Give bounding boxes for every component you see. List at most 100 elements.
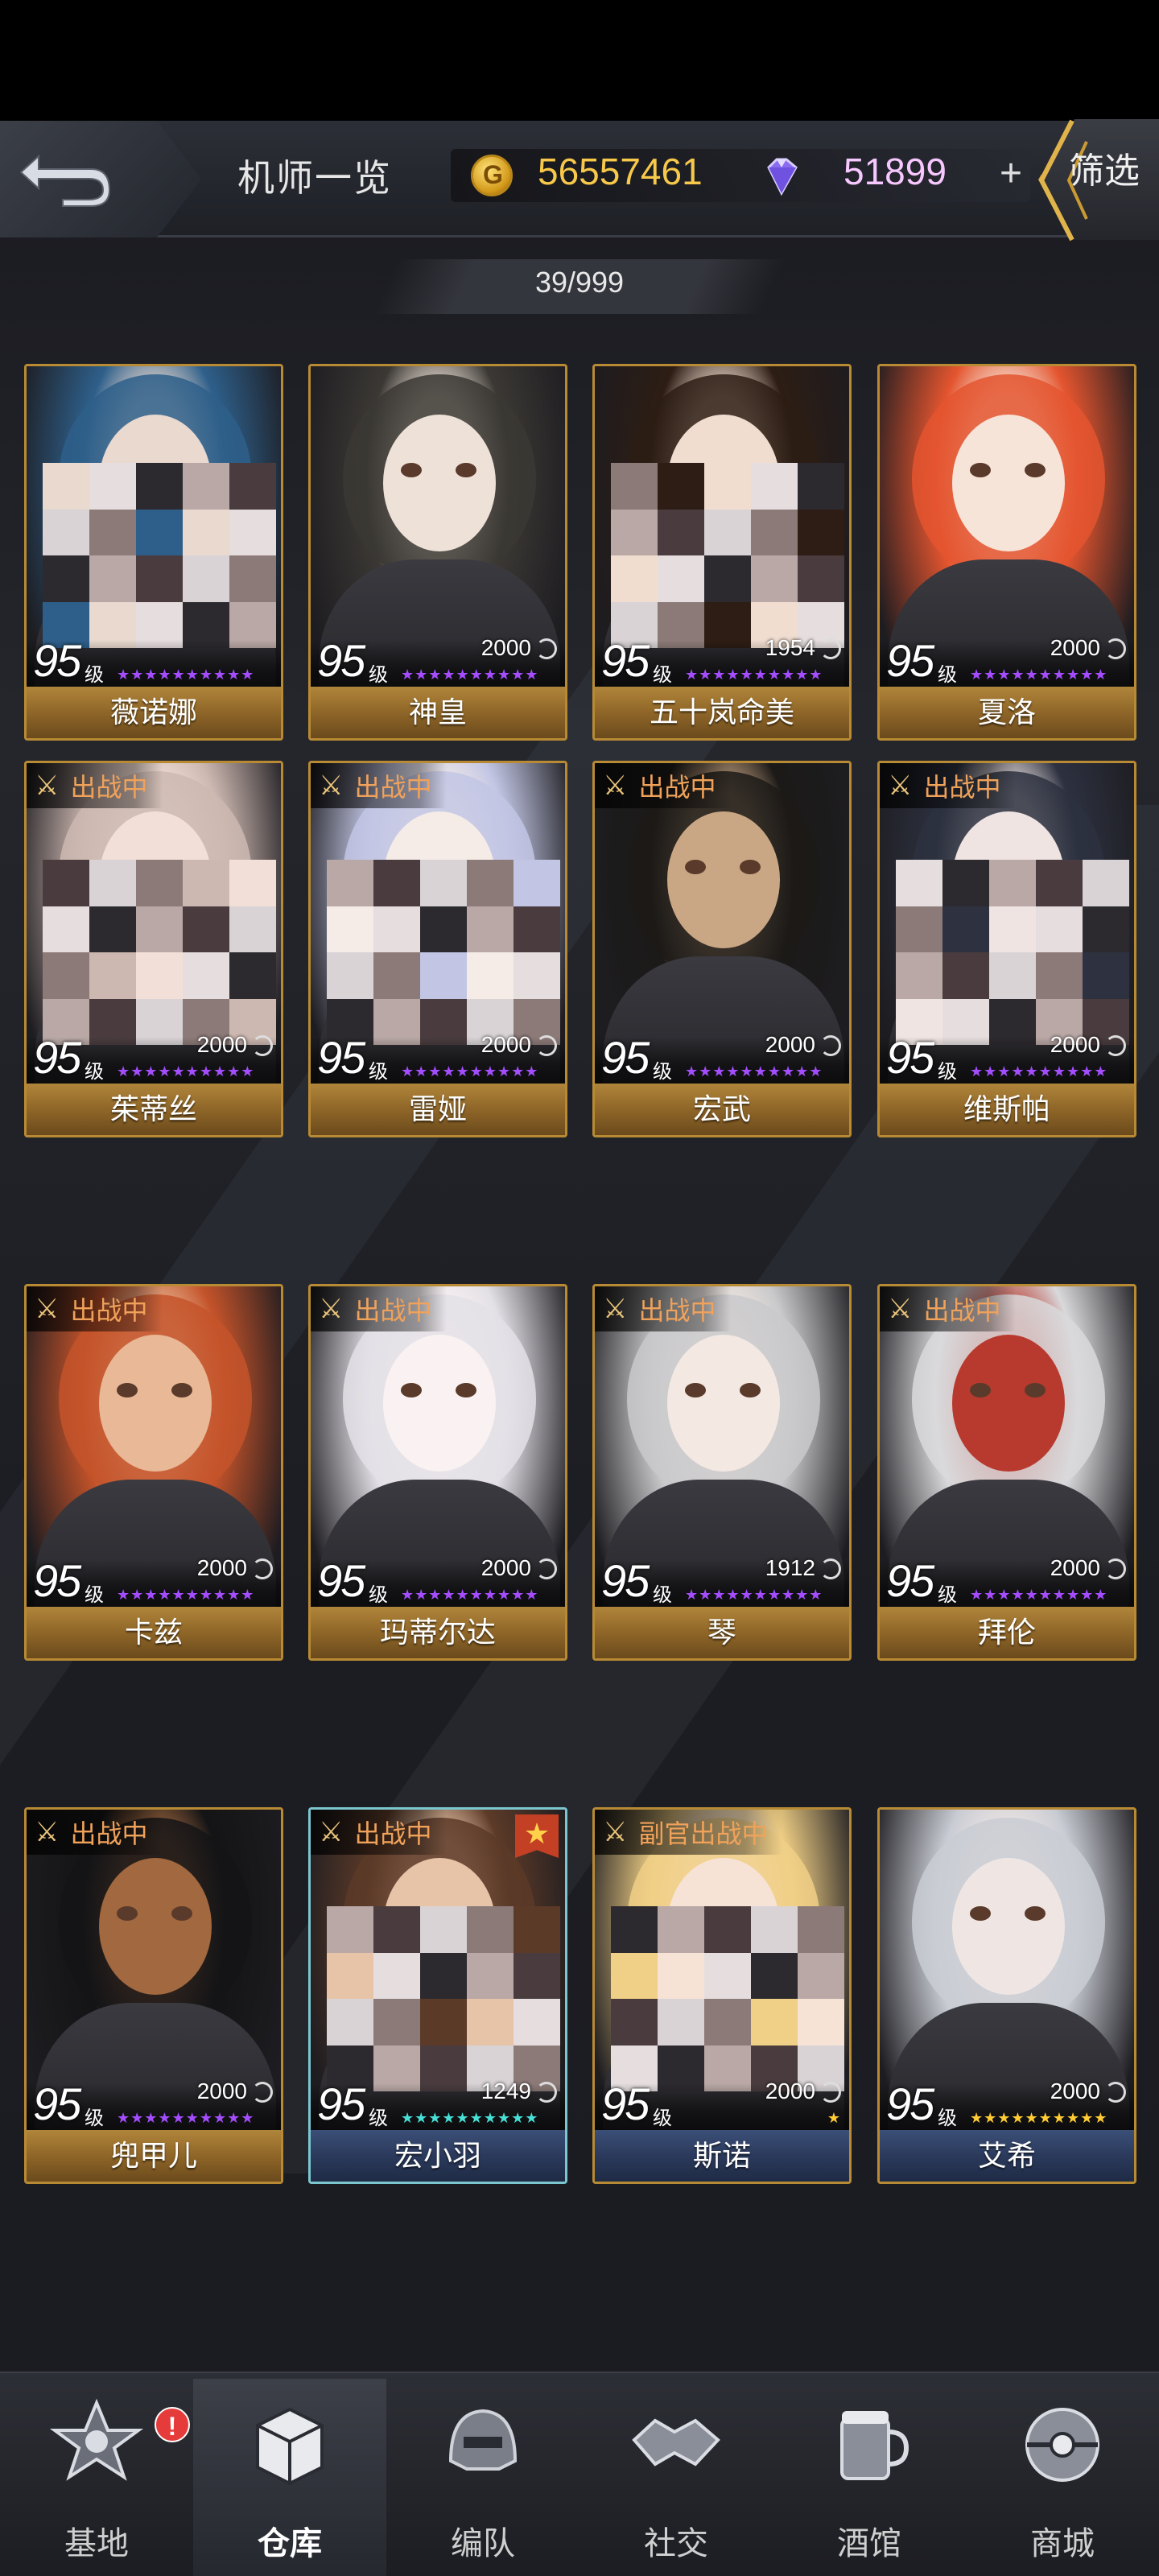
pilot-card[interactable]: ⚔ 出战中 95 级 1912 ★★★★★★★★★★ 琴: [592, 1284, 852, 1661]
pilot-card[interactable]: ⚔ 出战中 95 级 2000 ★★★★★★★★★★ 兜甲儿: [24, 1807, 283, 2184]
add-currency-button[interactable]: +: [992, 155, 1030, 195]
pilot-level: 95: [601, 1555, 650, 1606]
pilot-level: 95: [317, 1555, 365, 1606]
pilot-level: 95: [601, 635, 650, 686]
filter-label[interactable]: 筛选: [1069, 142, 1140, 193]
pilot-stars: ★★★★★★★★★★: [685, 1063, 823, 1080]
pilot-face: [667, 1335, 780, 1472]
deployed-status: 出战中: [638, 1296, 716, 1325]
pilot-card[interactable]: ⚔ 出战中 ★ 95 级 1249 ★★★★★★★★★★ 宏小羽: [308, 1807, 567, 2184]
pilot-power: 2000: [765, 1032, 815, 1057]
pilot-eye: [117, 1383, 138, 1397]
pilot-power: 1249: [481, 2079, 531, 2103]
pilot-name: 宏武: [595, 1084, 849, 1135]
pilot-stars: ★: [827, 2110, 841, 2126]
nav-tab[interactable]: 商城: [966, 2379, 1159, 2576]
level-suffix: 级: [653, 1061, 672, 1083]
deployed-status: 出战中: [354, 773, 432, 802]
page-title: 机师一览: [237, 157, 392, 199]
nav-tab[interactable]: 酒馆: [773, 2379, 966, 2576]
level-suffix: 级: [653, 664, 672, 686]
pilot-card[interactable]: 95 级 1954 ★★★★★★★★★★ 五十岚命美: [592, 364, 852, 741]
level-suffix: 级: [938, 1061, 957, 1083]
power-icon: [1105, 1558, 1126, 1579]
pilot-card[interactable]: ⚔ 出战中 95 级 2000 ★★★★★★★★★★ 玛蒂尔达: [308, 1284, 567, 1661]
pilot-stars: ★★★★★★★★★★: [970, 1587, 1108, 1603]
deployed-status: 出战中: [70, 1296, 148, 1325]
pilot-card[interactable]: 95 级 2000 ★★★★★★★★★★ 神皇: [308, 364, 567, 741]
pilot-name: 艾希: [880, 2130, 1134, 2182]
power-icon: [820, 1035, 841, 1056]
pilot-stars: ★★★★★★★★★★: [401, 667, 539, 683]
level-suffix: 级: [938, 664, 957, 686]
base-emblem-icon: [49, 2398, 144, 2481]
nav-tab[interactable]: 社交: [580, 2379, 773, 2576]
censor-mosaic: [611, 1906, 844, 2091]
pilot-power: 2000: [1050, 2079, 1100, 2103]
deployed-status: 出战中: [923, 1296, 1001, 1325]
power-icon: [820, 2082, 841, 2103]
nav-tab[interactable]: 仓库: [193, 2379, 386, 2576]
pilot-name: 琴: [595, 1607, 849, 1658]
level-suffix: 级: [653, 2107, 672, 2129]
deployed-tag: ⚔ 出战中: [311, 1286, 447, 1331]
pilot-eye: [456, 463, 476, 477]
level-suffix: 级: [369, 1061, 388, 1083]
deployed-status: 出战中: [354, 1819, 432, 1848]
pilot-power: 2000: [1050, 635, 1100, 660]
pilot-level: 95: [886, 635, 934, 686]
pilot-level: 95: [33, 2079, 81, 2129]
censor-mosaic: [43, 860, 276, 1045]
pilot-eye: [171, 1383, 192, 1397]
pilot-card[interactable]: ⚔ 出战中 95 级 2000 ★★★★★★★★★★ 维斯帕: [877, 761, 1136, 1137]
pilot-level: 95: [317, 2079, 365, 2129]
pilot-card[interactable]: 95 级 ★★★★★★★★★★ 薇诺娜: [24, 364, 283, 741]
crossed-swords-icon: ⚔: [603, 1294, 628, 1324]
pilot-stars: ★★★★★★★★★★: [685, 667, 823, 683]
deployed-status: 出战中: [923, 773, 1001, 802]
pilot-card[interactable]: 95 级 2000 ★★★★★★★★★★ 夏洛: [877, 364, 1136, 741]
pilot-card[interactable]: ⚔ 副官出战中 95 级 2000 ★ 斯诺: [592, 1807, 852, 2184]
gold-coin-icon: G: [471, 155, 513, 196]
pilot-power: 1954: [765, 635, 815, 660]
level-suffix: 级: [369, 2107, 388, 2129]
diamond-gem-icon: [767, 158, 798, 196]
power-icon: [252, 1558, 273, 1579]
gold-amount: 56557461: [538, 151, 703, 192]
shop-capsule-icon: [1025, 2408, 1099, 2482]
nav-tab-label: 仓库: [258, 2526, 322, 2562]
pilot-power: 2000: [1050, 1032, 1100, 1057]
pilot-card[interactable]: ⚔ 出战中 95 级 2000 ★★★★★★★★★★ 雷娅: [308, 761, 567, 1137]
pilot-power: 2000: [481, 1032, 531, 1057]
pilot-name: 薇诺娜: [27, 687, 281, 738]
pilot-name: 拜伦: [880, 1607, 1134, 1658]
deployed-status: 出战中: [70, 773, 148, 802]
pilot-card[interactable]: ⚔ 出战中 95 级 2000 ★★★★★★★★★★ 卡兹: [24, 1284, 283, 1661]
tavern-mug-icon: [840, 2411, 909, 2480]
pilot-card[interactable]: ⚔ 出战中 95 级 2000 ★★★★★★★★★★ 宏武: [592, 761, 852, 1137]
level-suffix: 级: [369, 1584, 388, 1606]
pilot-card[interactable]: 95 级 2000 ★★★★★★★★★★ 艾希: [877, 1807, 1136, 2184]
pilot-level: 95: [886, 1032, 934, 1083]
pilot-card[interactable]: ⚔ 出战中 95 级 2000 ★★★★★★★★★★ 茱蒂丝: [24, 761, 283, 1137]
pilot-eye: [1025, 1383, 1046, 1397]
back-arrow-icon: [19, 154, 111, 207]
pilot-name: 茱蒂丝: [27, 1084, 281, 1135]
pilot-power: 2000: [481, 635, 531, 660]
pilot-card[interactable]: ⚔ 出战中 95 级 2000 ★★★★★★★★★★ 拜伦: [877, 1284, 1136, 1661]
pilot-stars: ★★★★★★★★★★: [117, 2110, 255, 2126]
power-icon: [536, 1035, 557, 1056]
pilot-eye: [740, 860, 761, 874]
crossed-swords-icon: ⚔: [319, 1817, 344, 1847]
deployed-status: 出战中: [638, 773, 716, 802]
nav-tab[interactable]: 编队: [386, 2379, 580, 2576]
censor-mosaic: [896, 860, 1129, 1045]
pilot-stars: ★★★★★★★★★★: [970, 1063, 1108, 1080]
pilot-face: [383, 1335, 496, 1472]
crossed-swords-icon: ⚔: [888, 1294, 913, 1324]
level-suffix: 级: [85, 664, 104, 686]
pilot-eye: [970, 1383, 991, 1397]
pilot-face: [667, 811, 780, 948]
power-icon: [1105, 1035, 1126, 1056]
crossed-swords-icon: ⚔: [319, 1294, 344, 1324]
